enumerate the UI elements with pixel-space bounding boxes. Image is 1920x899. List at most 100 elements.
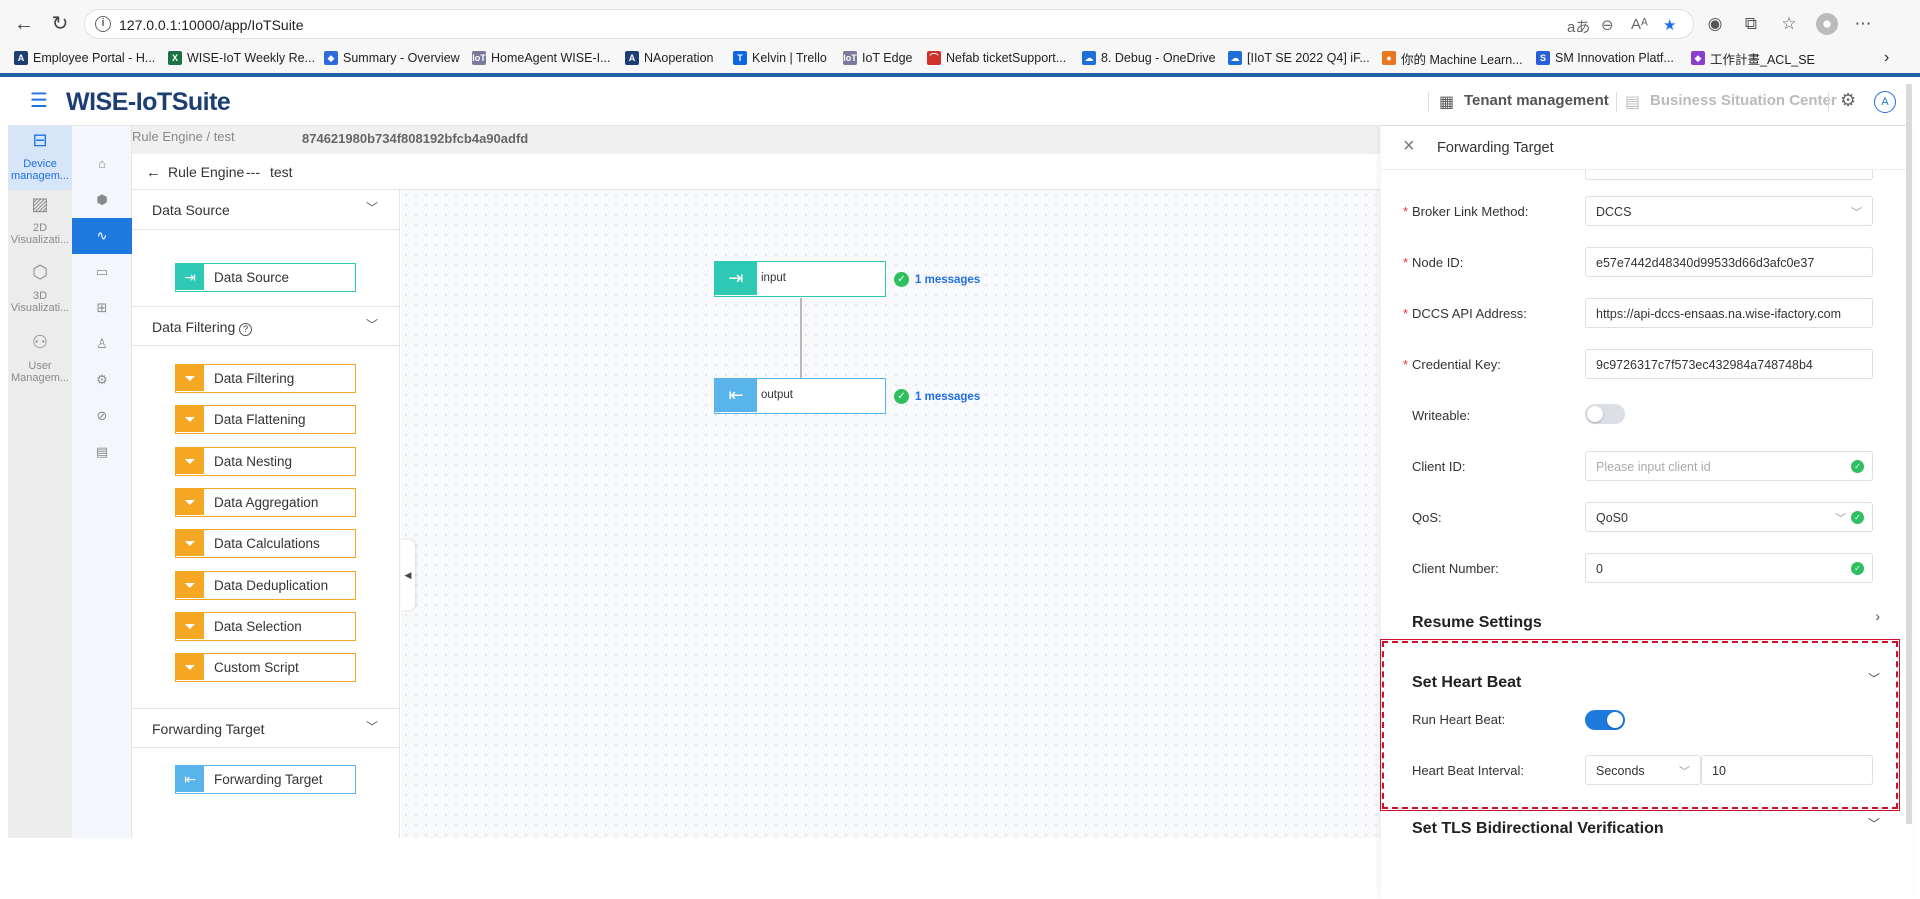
collapse-panel-toggle[interactable]: ◀ xyxy=(401,540,415,610)
client-id-field[interactable]: Please input client id ✓ xyxy=(1585,451,1873,481)
bookmark-item[interactable]: ⌒ Nefab ticketSupport... xyxy=(927,49,1066,67)
bookmark-item[interactable]: T Kelvin | Trello xyxy=(733,49,827,67)
node-data-selection[interactable]: ⏷ Data Selection xyxy=(175,611,356,641)
read-mode-icon[interactable]: Aᴬ xyxy=(1631,16,1648,33)
profile-icon[interactable]: ● xyxy=(1816,13,1838,35)
bookmarks-bar: A Employee Portal - H... X WISE-IoT Weekly … xyxy=(0,46,1920,70)
document-icon[interactable]: ▤ xyxy=(72,434,132,470)
client-number-field[interactable]: 0 ✓ xyxy=(1585,553,1873,583)
tls-verification-title[interactable]: Set TLS Bidirectional Verification xyxy=(1412,820,1664,838)
node-label: Data Deduplication xyxy=(214,577,329,593)
qos-select[interactable]: QoS0 ﹀ ✓ xyxy=(1585,502,1873,532)
back-arrow-icon[interactable]: ← xyxy=(146,164,161,181)
check-circle-icon: ✓ xyxy=(894,389,909,404)
node-data-calculations[interactable]: ⏷ Data Calculations xyxy=(175,529,356,559)
breadcrumb-sep: / xyxy=(206,129,214,144)
bookmark-item[interactable]: IoT IoT Edge xyxy=(843,49,913,67)
settings-gear-icon[interactable]: ⚙ xyxy=(1840,90,1856,111)
site-info-icon[interactable]: i xyxy=(95,16,111,32)
hamburger-menu-icon[interactable]: ☰ xyxy=(30,91,50,112)
page-scrollbar[interactable] xyxy=(1906,84,1912,824)
menu-dots-icon[interactable]: ⋯ xyxy=(1852,13,1874,35)
extension-1-icon[interactable]: ◉ xyxy=(1704,13,1726,35)
favorite-star-icon[interactable]: ★ xyxy=(1663,16,1676,34)
favorites-icon[interactable]: ☆ xyxy=(1778,13,1800,35)
dccs-api-address-field[interactable]: https://api-dccs-ensaas.na.wise-ifactory… xyxy=(1585,298,1873,328)
tenant-management-link[interactable]: Tenant management xyxy=(1464,92,1609,109)
bookmark-item[interactable]: ☁ 8. Debug - OneDrive xyxy=(1082,49,1216,67)
bookmark-item[interactable]: IoT HomeAgent WISE-I... xyxy=(472,49,610,67)
nav-label: 3D Visualizati... xyxy=(10,290,70,314)
back-icon[interactable]: ← xyxy=(12,12,36,36)
address-bar[interactable]: i 127.0.0.1:10000/app/IoTSuite aあ ⊖ Aᴬ ★ xyxy=(84,9,1694,39)
node-data-filtering[interactable]: ⏷ Data Filtering xyxy=(175,364,356,393)
grid-icon[interactable]: ▦ xyxy=(1439,92,1454,112)
org-chart-icon[interactable]: ⊞ xyxy=(72,290,132,326)
breadcrumb-child: test xyxy=(213,129,235,144)
chevron-down-icon[interactable]: ﹀ xyxy=(1868,815,1880,832)
person-icon[interactable]: ♙ xyxy=(72,326,132,362)
nav-device-management[interactable]: ⊟ Device managem... xyxy=(8,126,72,190)
drawer-title: Forwarding Target xyxy=(1437,140,1554,156)
writeable-toggle[interactable] xyxy=(1585,404,1625,424)
chevron-right-icon[interactable]: › xyxy=(1875,608,1880,624)
broker-link-method-select[interactable]: DCCS ﹀ xyxy=(1585,196,1873,226)
link-icon[interactable]: ⊘ xyxy=(72,398,132,434)
settings-icon[interactable]: ⚙ xyxy=(72,362,132,398)
message-count-text: 1 messages xyxy=(915,273,981,286)
close-icon[interactable]: × xyxy=(1403,135,1415,158)
flow-node-input[interactable]: ⇥ input xyxy=(714,261,886,297)
avatar[interactable]: A xyxy=(1874,91,1896,113)
flow-node-output[interactable]: ⇤ output xyxy=(714,378,886,414)
rule-engine-icon[interactable]: ∿ xyxy=(72,218,132,254)
node-forwarding-target[interactable]: ⇤ Forwarding Target xyxy=(175,765,356,794)
nav-3d-visualization[interactable]: ⬡ 3D Visualizati... xyxy=(8,263,72,322)
section-data-filtering[interactable]: Data Filtering ? ﹀ xyxy=(132,306,400,346)
node-custom-script[interactable]: ⏷ Custom Script xyxy=(175,653,356,683)
nav-2d-visualization[interactable]: ▨ 2D Visualizati... xyxy=(8,195,72,254)
flow-canvas[interactable] xyxy=(401,190,1381,838)
node-label: Data Selection xyxy=(214,618,302,634)
reload-icon[interactable]: ↻ xyxy=(48,12,72,36)
section-title: Data Source xyxy=(152,202,230,218)
credential-key-field[interactable]: 9c9726317c7f573ec432984a748748b4 xyxy=(1585,349,1873,379)
section-data-source[interactable]: Data Source ﹀ xyxy=(132,190,400,230)
bookmarks-overflow-icon[interactable]: › xyxy=(1884,49,1889,67)
help-icon[interactable]: ? xyxy=(239,323,253,336)
node-data-aggregation[interactable]: ⏷ Data Aggregation xyxy=(175,487,356,517)
zoom-out-icon[interactable]: ⊖ xyxy=(1601,16,1614,34)
bookmark-favicon-icon: ☁ xyxy=(1228,51,1242,65)
device-group-icon[interactable]: ⬢ xyxy=(72,182,132,218)
bookmark-item[interactable]: X WISE-IoT Weekly Re... xyxy=(168,49,315,67)
bookmark-item[interactable]: A NAoperation xyxy=(625,49,714,67)
node-id-field[interactable]: e57e7442d48340d99533d66d3afc0e37 xyxy=(1585,247,1873,277)
section-forwarding-target[interactable]: Forwarding Target ﹀ xyxy=(132,708,400,748)
resume-settings-title[interactable]: Resume Settings xyxy=(1412,614,1542,632)
filter-funnel-icon: ⏷ xyxy=(176,571,204,598)
output-arrow-icon: ⇤ xyxy=(176,766,204,792)
node-data-deduplication[interactable]: ⏷ Data Deduplication xyxy=(175,570,356,600)
bookmark-item[interactable]: ◆ Summary - Overview xyxy=(324,49,460,67)
bookmark-item[interactable]: ● 你的 Machine Learn... xyxy=(1382,49,1523,67)
breadcrumb-root[interactable]: Rule Engine xyxy=(132,129,203,144)
chevron-down-icon[interactable]: ﹀ xyxy=(366,718,378,735)
read-aloud-icon[interactable]: aあ xyxy=(1567,16,1590,37)
chevron-down-icon[interactable]: ﹀ xyxy=(366,199,378,216)
bookmark-item[interactable]: ◆ 工作計畫_ACL_SE xyxy=(1691,49,1815,67)
header-divider xyxy=(1616,92,1617,112)
node-data-source[interactable]: ⇥ Data Source xyxy=(175,263,356,292)
node-data-flattening[interactable]: ⏷ Data Flattening xyxy=(175,405,356,435)
extensions-icon[interactable]: ⧉ xyxy=(1740,13,1762,35)
home-icon[interactable]: ⌂ xyxy=(72,146,132,182)
node-data-nesting[interactable]: ⏷ Data Nesting xyxy=(175,446,356,476)
bookmark-item[interactable]: A Employee Portal - H... xyxy=(14,49,155,67)
bookmark-item[interactable]: S SM Innovation Platf... xyxy=(1536,49,1674,67)
accent-line xyxy=(0,73,1920,77)
back-label[interactable]: Rule Engine xyxy=(168,164,244,180)
business-center-link[interactable]: Business Situation Center xyxy=(1650,92,1837,109)
chevron-down-icon[interactable]: ﹀ xyxy=(366,316,378,333)
video-icon[interactable]: ▭ xyxy=(72,254,132,290)
dashboard-icon[interactable]: ▤ xyxy=(1625,92,1640,112)
bookmark-item[interactable]: ☁ [IIoT SE 2022 Q4] iF... xyxy=(1228,49,1370,67)
nav-user-management[interactable]: ⚇ User Managem... xyxy=(8,333,72,392)
